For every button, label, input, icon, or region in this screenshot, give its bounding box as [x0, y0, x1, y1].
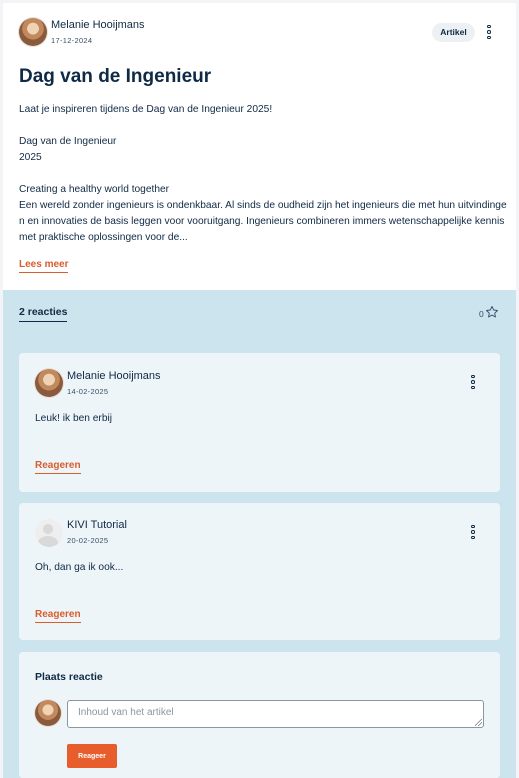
post-event-year: 2025	[19, 152, 42, 163]
reply-link[interactable]: Reageren	[35, 460, 81, 474]
post-subheading: Creating a healthy world together	[19, 184, 170, 195]
comment-author[interactable]: KIVI Tutorial	[67, 519, 127, 531]
comment-date: 20-02-2025	[67, 536, 109, 545]
post-card: Melanie Hooijmans 17-12-2024 Artikel Dag…	[3, 3, 516, 290]
star-icon[interactable]	[485, 305, 499, 319]
read-more-link[interactable]: Lees meer	[19, 259, 69, 273]
comment-text: Leuk! ik ben erbij	[35, 413, 113, 424]
reply-link[interactable]: Reageren	[35, 609, 81, 623]
author-avatar[interactable]	[19, 18, 47, 46]
current-user-avatar[interactable]	[35, 700, 61, 726]
post-date: 17-12-2024	[51, 36, 93, 45]
compose-title: Plaats reactie	[35, 671, 103, 683]
comment-card: Melanie Hooijmans 14-02-2025 Leuk! ik be…	[19, 353, 500, 492]
post-author[interactable]: Melanie Hooijmans	[51, 19, 145, 31]
compose-reaction-card: Plaats reactie Reageer	[19, 652, 500, 778]
comment-author[interactable]: Melanie Hooijmans	[67, 370, 161, 382]
post-title: Dag van de Ingenieur	[19, 66, 212, 87]
reaction-input[interactable]	[67, 700, 484, 728]
post-event-name: Dag van de Ingenieur	[19, 136, 117, 147]
comment-options-menu-icon[interactable]	[468, 374, 478, 390]
post-type-badge: Artikel	[432, 23, 475, 42]
comment-text: Oh, dan ga ik ook...	[35, 562, 124, 573]
comment-date: 14-02-2025	[67, 387, 109, 396]
post-options-menu-icon[interactable]	[484, 24, 494, 40]
tab-reactions[interactable]: 2 reacties	[19, 306, 68, 322]
comment-options-menu-icon[interactable]	[468, 524, 478, 540]
reactions-panel: 2 reacties 0 Melanie Hooijmans 14-02-202…	[3, 290, 516, 778]
like-count: 0	[479, 309, 484, 319]
post-intro: Laat je inspireren tijdens de Dag van de…	[19, 104, 273, 115]
comment-author-avatar[interactable]	[35, 369, 63, 397]
comment-author-avatar[interactable]	[35, 519, 63, 547]
post-body: Een wereld zonder ingenieurs is ondenkba…	[19, 200, 507, 243]
comment-card: KIVI Tutorial 20-02-2025 Oh, dan ga ik o…	[19, 503, 500, 640]
submit-reaction-button[interactable]: Reageer	[67, 744, 117, 768]
